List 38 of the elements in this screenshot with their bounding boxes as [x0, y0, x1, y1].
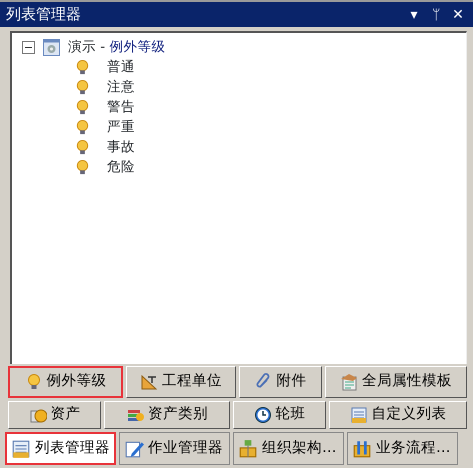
tree-item[interactable]: 危险 [107, 157, 135, 177]
tree-item[interactable]: 事故 [107, 137, 135, 157]
lightbulb-icon [74, 138, 91, 156]
pin-button[interactable]: ᛘ [427, 8, 445, 22]
category-button[interactable]: 附件 [239, 366, 322, 398]
tab[interactable]: 作业管理器 [119, 432, 230, 465]
lightbulb-icon [74, 58, 91, 76]
list-icon [11, 438, 31, 458]
tree-item[interactable]: 普通 [107, 57, 135, 77]
lightbulb-icon [74, 78, 91, 96]
category-button[interactable]: 资产 [8, 401, 101, 429]
template-icon [340, 373, 358, 391]
category-button[interactable]: 全局属性模板 [325, 366, 467, 398]
category-button[interactable]: 自定义列表 [329, 401, 467, 429]
close-button[interactable]: ✕ [449, 8, 467, 22]
flow-icon [352, 438, 372, 458]
category-button[interactable]: 资产类别 [104, 401, 230, 429]
tab[interactable]: 列表管理器 [5, 432, 116, 465]
collapse-button[interactable] [22, 40, 35, 54]
category-button[interactable]: 例外等级 [8, 366, 123, 398]
organization-icon [238, 438, 258, 458]
settings-window-icon [43, 38, 60, 56]
menu-button[interactable]: ▾ [405, 8, 423, 22]
tab[interactable]: 组织架构… [233, 432, 344, 465]
window-title: 列表管理器 [6, 4, 81, 26]
lightbulb-icon [74, 118, 91, 136]
ruler-icon [140, 373, 158, 391]
tree-item[interactable]: 注意 [107, 77, 135, 97]
tree-item[interactable]: 严重 [107, 117, 135, 137]
tree-item[interactable]: 演示 - 例外等级 [68, 37, 166, 57]
lightbulb-icon [74, 158, 91, 176]
category-button[interactable]: 工程单位 [126, 366, 236, 398]
category-button[interactable]: 轮班 [233, 401, 326, 429]
clock-icon [254, 406, 272, 424]
tree-item[interactable]: 警告 [107, 97, 135, 117]
tab[interactable]: 业务流程… [347, 432, 458, 465]
list-icon [350, 406, 368, 424]
lightbulb-icon [74, 98, 91, 116]
